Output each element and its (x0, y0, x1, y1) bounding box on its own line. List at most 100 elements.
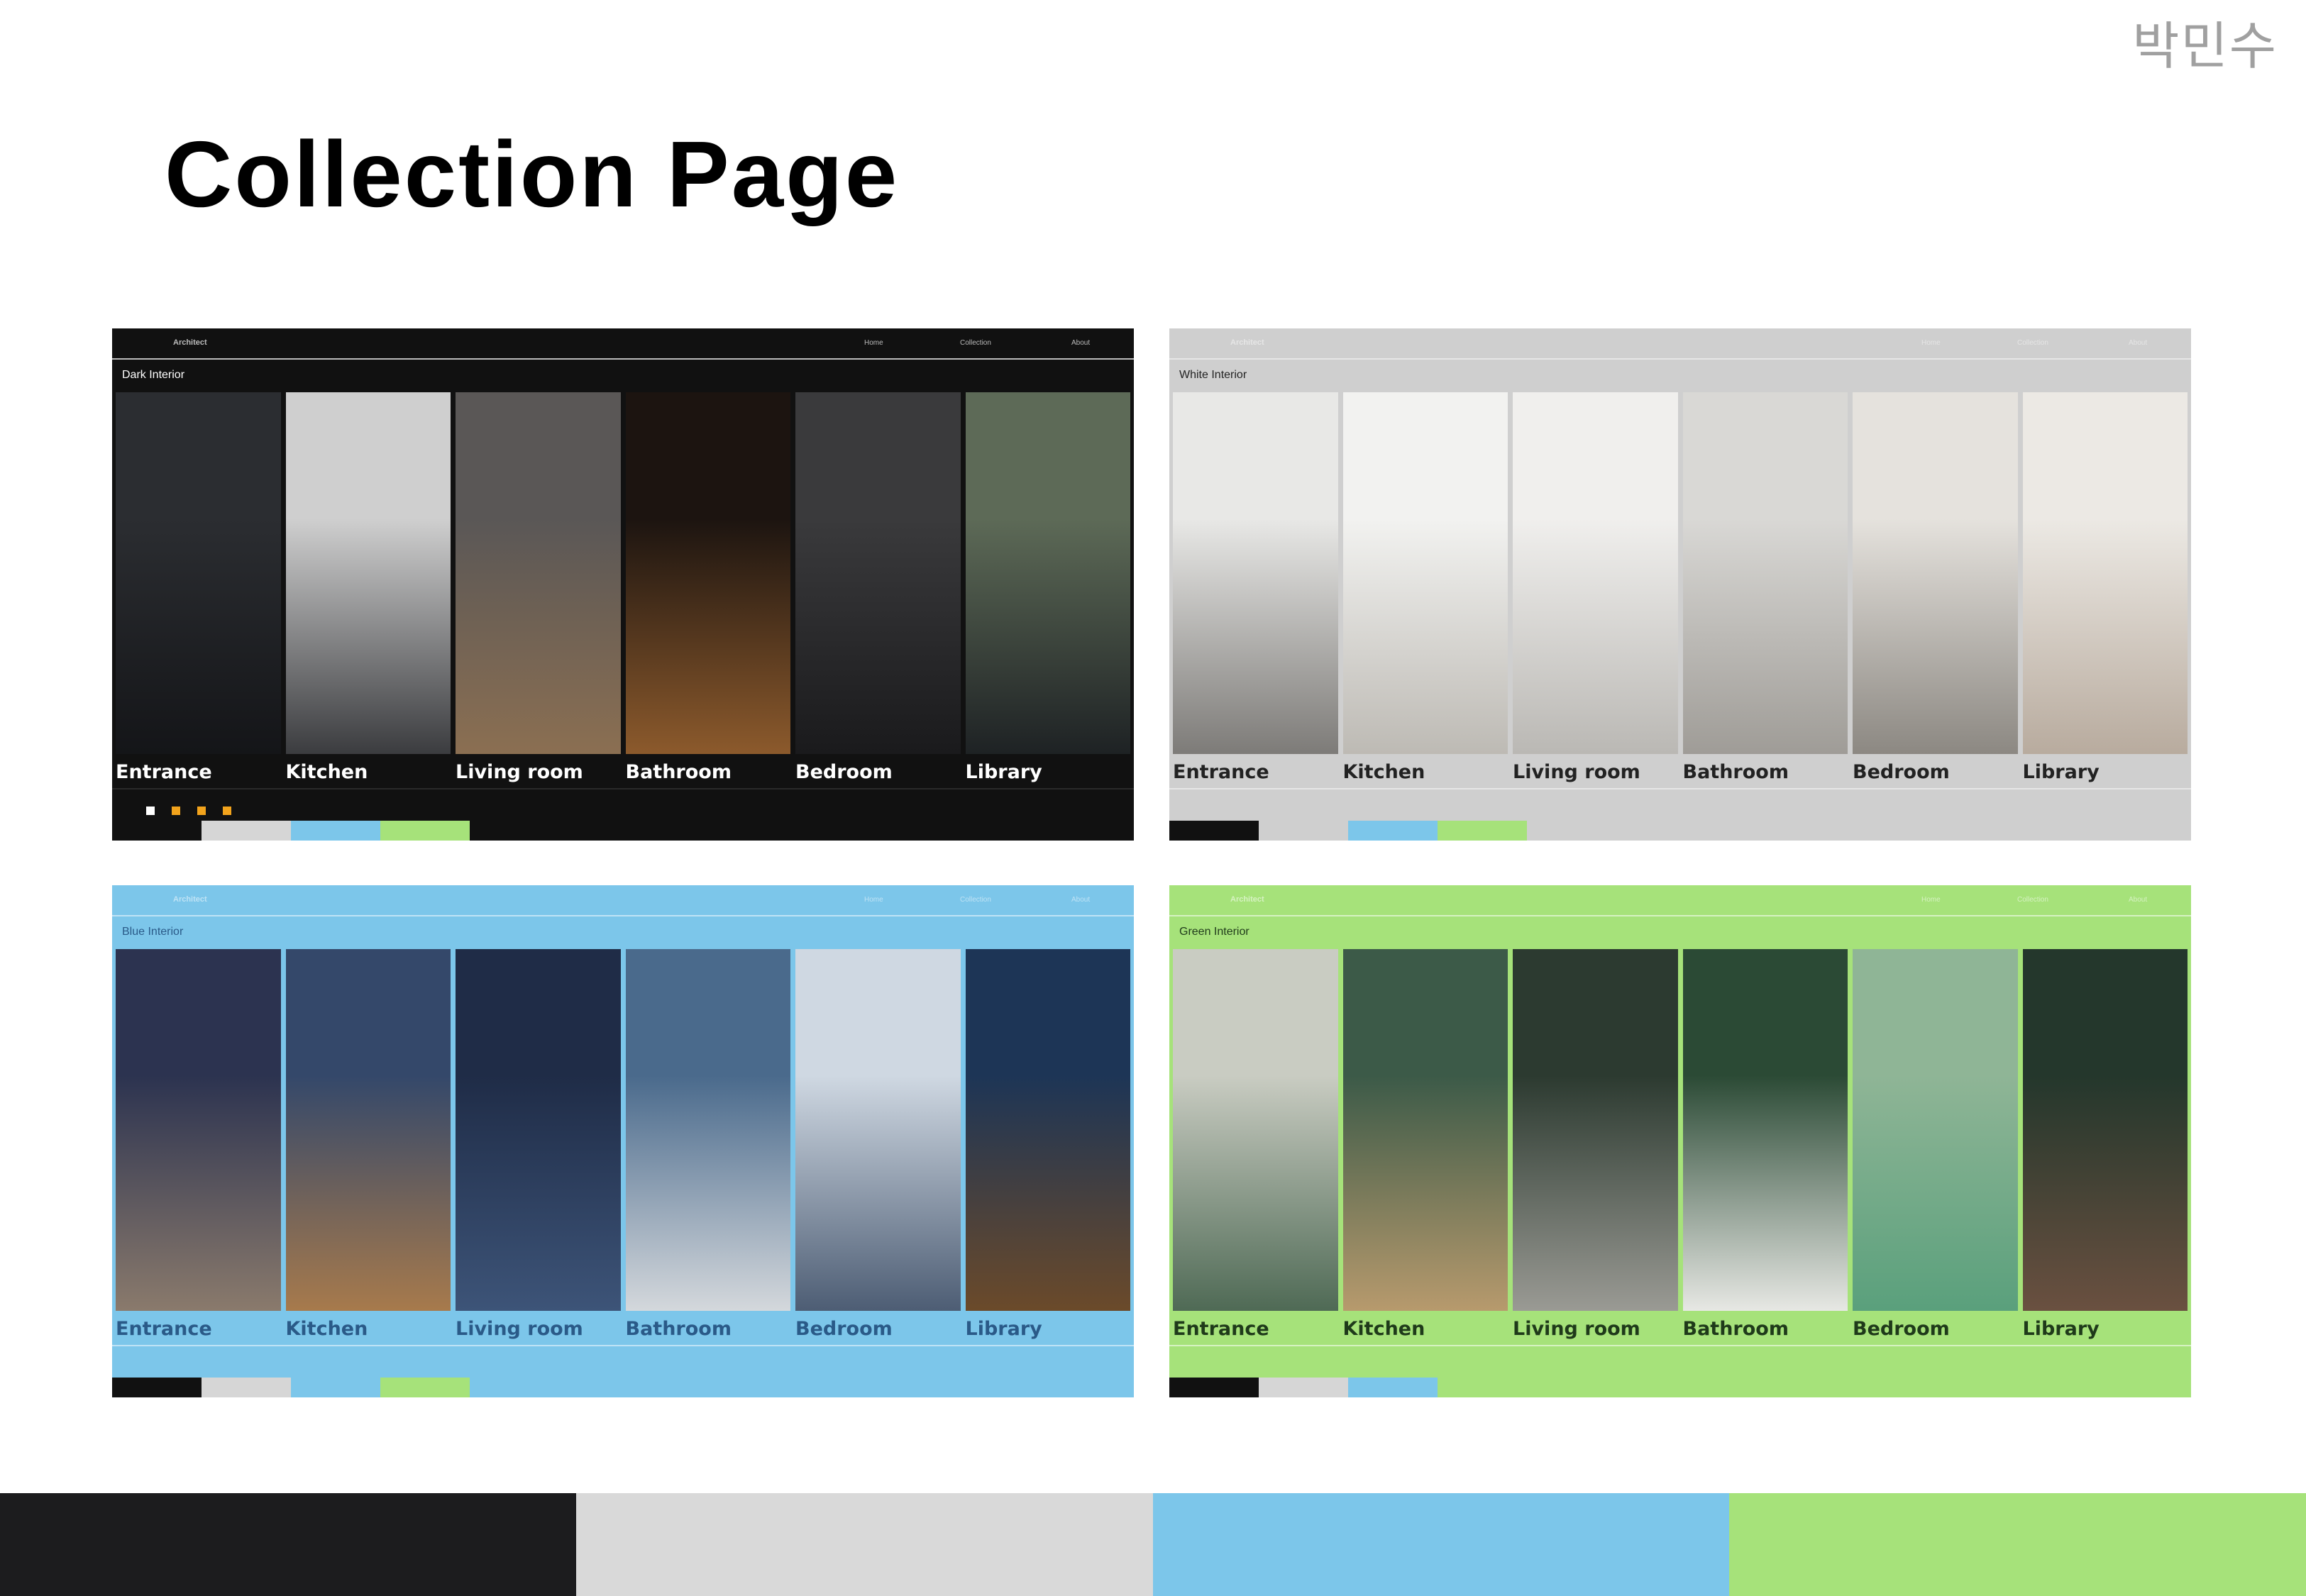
theme-swatch[interactable] (1348, 821, 1438, 841)
theme-swatch[interactable] (1348, 1378, 1438, 1397)
room-label[interactable]: Bedroom (795, 754, 961, 788)
site-logo[interactable]: Architect (173, 338, 207, 347)
room-label[interactable]: Living room (456, 1311, 621, 1345)
nav-link-home[interactable]: Home (1921, 896, 1941, 904)
room-photo-image (1513, 392, 1678, 754)
room-label[interactable]: Living room (456, 754, 621, 788)
room-photo-image (625, 392, 790, 754)
nav-link-home[interactable]: Home (1921, 339, 1941, 347)
room-photo-kitchen[interactable] (1342, 392, 1508, 754)
room-photo-image (1342, 949, 1508, 1311)
room-photo-library[interactable] (2022, 392, 2188, 754)
palette-swatch-blue (1153, 1493, 1730, 1596)
nav-link-collection[interactable]: Collection (960, 339, 991, 347)
room-photo-kitchen[interactable] (285, 392, 451, 754)
room-photo-library[interactable] (2022, 949, 2188, 1311)
room-photo-living-room[interactable] (456, 392, 621, 754)
room-label[interactable]: Bedroom (1853, 1311, 2018, 1345)
room-photo-image (285, 392, 451, 754)
nav-link-collection[interactable]: Collection (2017, 896, 2048, 904)
room-label[interactable]: Bathroom (1683, 754, 1848, 788)
room-label[interactable]: Bedroom (795, 1311, 961, 1345)
room-label[interactable]: Library (2023, 754, 2188, 788)
pagination-dot[interactable] (172, 807, 180, 815)
room-photo-image (1173, 392, 1338, 754)
room-label[interactable]: Bathroom (1683, 1311, 1848, 1345)
room-label[interactable]: Living room (1513, 754, 1678, 788)
theme-swatch[interactable] (1438, 821, 1527, 841)
room-photo-bathroom[interactable] (625, 392, 790, 754)
room-label[interactable]: Entrance (116, 754, 281, 788)
nav-link-about[interactable]: About (2129, 896, 2147, 904)
room-photo-image (2022, 949, 2188, 1311)
room-photo-entrance[interactable] (116, 392, 281, 754)
room-label[interactable]: Kitchen (1343, 1311, 1508, 1345)
room-photo-strip (116, 949, 1130, 1311)
site-logo[interactable]: Architect (1230, 338, 1264, 347)
room-photo-bedroom[interactable] (1853, 949, 2018, 1311)
room-photo-living-room[interactable] (1513, 949, 1678, 1311)
room-label[interactable]: Bedroom (1853, 754, 2018, 788)
pagination-dot[interactable] (146, 807, 155, 815)
room-label[interactable]: Library (2023, 1311, 2188, 1345)
theme-swatch[interactable] (112, 1378, 202, 1397)
divider (1169, 1345, 2191, 1346)
room-photo-kitchen[interactable] (1342, 949, 1508, 1311)
room-label[interactable]: Entrance (1173, 1311, 1338, 1345)
room-photo-bedroom[interactable] (795, 949, 961, 1311)
theme-swatch[interactable] (380, 1378, 470, 1397)
room-label[interactable]: Entrance (1173, 754, 1338, 788)
nav-link-collection[interactable]: Collection (2017, 339, 2048, 347)
site-nav: ArchitectHomeCollectionAboutContact (112, 328, 1134, 360)
room-photo-bathroom[interactable] (625, 949, 790, 1311)
room-photo-image (285, 949, 451, 1311)
room-label[interactable]: Library (966, 1311, 1131, 1345)
divider (112, 1345, 1134, 1346)
theme-swatch[interactable] (291, 821, 380, 841)
room-photo-image (2022, 392, 2188, 754)
room-photo-strip (1173, 392, 2188, 754)
room-photo-entrance[interactable] (116, 949, 281, 1311)
room-photo-library[interactable] (965, 949, 1130, 1311)
room-photo-bathroom[interactable] (1682, 949, 1848, 1311)
nav-link-about[interactable]: About (1071, 339, 1090, 347)
theme-swatch[interactable] (1169, 821, 1259, 841)
room-label[interactable]: Kitchen (1343, 754, 1508, 788)
room-photo-bathroom[interactable] (1682, 392, 1848, 754)
room-label-row: Entrance Kitchen Living room Bathroom Bedroo… (116, 1311, 1130, 1345)
room-label[interactable]: Bathroom (626, 754, 791, 788)
page-title: Collection Page (165, 122, 900, 226)
theme-swatch[interactable] (202, 1378, 291, 1397)
room-label[interactable]: Bathroom (626, 1311, 791, 1345)
site-logo[interactable]: Architect (173, 895, 207, 904)
nav-link-home[interactable]: Home (864, 339, 883, 347)
room-label[interactable]: Living room (1513, 1311, 1678, 1345)
room-photo-living-room[interactable] (456, 949, 621, 1311)
collection-heading: Green Interior (1179, 926, 1249, 938)
theme-swatch[interactable] (202, 821, 291, 841)
nav-link-home[interactable]: Home (864, 896, 883, 904)
room-label[interactable]: Kitchen (286, 1311, 451, 1345)
room-label[interactable]: Entrance (116, 1311, 281, 1345)
theme-swatch[interactable] (380, 821, 470, 841)
room-photo-living-room[interactable] (1513, 392, 1678, 754)
room-photo-entrance[interactable] (1173, 392, 1338, 754)
room-photo-image (965, 392, 1130, 754)
theme-swatch[interactable] (1169, 1378, 1259, 1397)
room-label[interactable]: Kitchen (286, 754, 451, 788)
pagination-dot[interactable] (223, 807, 231, 815)
room-photo-kitchen[interactable] (285, 949, 451, 1311)
room-photo-image (1853, 392, 2018, 754)
room-photo-image (1682, 949, 1848, 1311)
room-photo-bedroom[interactable] (795, 392, 961, 754)
site-logo[interactable]: Architect (1230, 895, 1264, 904)
room-photo-library[interactable] (965, 392, 1130, 754)
pagination-dot[interactable] (197, 807, 206, 815)
nav-link-collection[interactable]: Collection (960, 896, 991, 904)
room-photo-bedroom[interactable] (1853, 392, 2018, 754)
room-label[interactable]: Library (966, 754, 1131, 788)
nav-link-about[interactable]: About (1071, 896, 1090, 904)
theme-swatch[interactable] (1259, 1378, 1348, 1397)
nav-link-about[interactable]: About (2129, 339, 2147, 347)
room-photo-entrance[interactable] (1173, 949, 1338, 1311)
